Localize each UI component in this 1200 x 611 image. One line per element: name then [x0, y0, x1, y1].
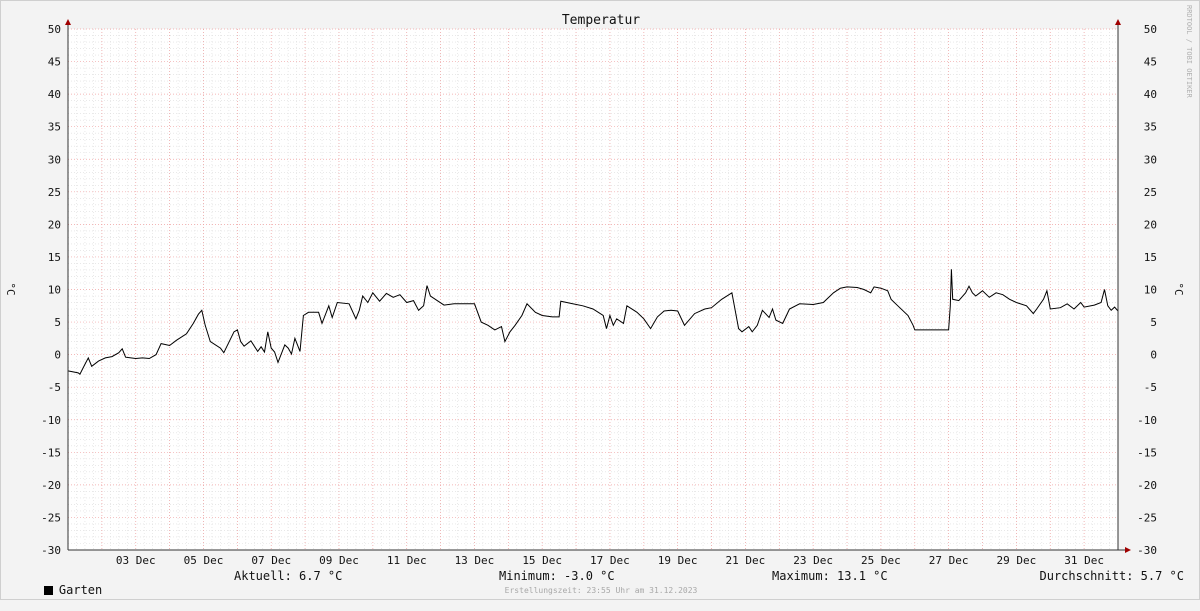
y-tick-label: -25 [41, 511, 61, 524]
y-tick-label: 15 [1144, 251, 1157, 264]
y-tick-label: 40 [48, 88, 61, 101]
x-tick-label: 09 Dec [319, 554, 359, 567]
y-tick-label: -15 [1137, 446, 1157, 459]
y-tick-label: 25 [48, 186, 61, 199]
y-tick-label: 50 [1144, 23, 1157, 36]
x-tick-label: 25 Dec [861, 554, 901, 567]
y-tick-label: 0 [1150, 349, 1157, 362]
y-tick-label: 40 [1144, 88, 1157, 101]
x-tick-label: 07 Dec [251, 554, 291, 567]
x-axis-arrow [1125, 547, 1131, 553]
x-tick-label: 05 Dec [184, 554, 224, 567]
y-axis-arrow-left [65, 19, 71, 25]
y-tick-label: 20 [48, 218, 61, 231]
chart-title: Temperatur [562, 13, 640, 28]
y-tick-label: 20 [1144, 218, 1157, 231]
y-tick-label: 35 [48, 121, 61, 134]
y-tick-label: -20 [41, 479, 61, 492]
x-tick-label: 13 Dec [455, 554, 495, 567]
y-tick-label: 35 [1144, 121, 1157, 134]
x-tick-label: 27 Dec [929, 554, 969, 567]
y-tick-label: -25 [1137, 511, 1157, 524]
y-tick-label: -20 [1137, 479, 1157, 492]
y-tick-label: 50 [48, 23, 61, 36]
watermark: RRDTOOL / TOBI OETIKER [1185, 5, 1193, 98]
y-tick-label: 25 [1144, 186, 1157, 199]
y-axis-right: 50454035302520151050-5-10-15-20-25-30 [1137, 23, 1157, 557]
y-tick-label: 10 [48, 284, 61, 297]
x-axis: 03 Dec 05 Dec 07 Dec 09 Dec 11 Dec 13 Dec 15 D… [116, 554, 1104, 567]
temperature-chart: 50 45 40 35 30 25 20 15 10 5 0 -5 -10 -15 -20 -25 -30 50… [0, 0, 1200, 600]
x-tick-label: 15 Dec [522, 554, 562, 567]
y-tick-label: -15 [41, 446, 61, 459]
x-tick-label: 23 Dec [793, 554, 833, 567]
y-tick-label: 30 [48, 153, 61, 166]
maximum-value: Maximum: 13.1 °C [772, 569, 888, 583]
y-tick-label: -10 [41, 414, 61, 427]
x-tick-label: 31 Dec [1064, 554, 1104, 567]
x-tick-label: 29 Dec [997, 554, 1037, 567]
y-tick-label: 5 [54, 316, 61, 329]
y-tick-label: 45 [48, 56, 61, 69]
y-tick-label: -30 [41, 544, 61, 557]
y-axis-label-right: °C [1172, 282, 1185, 295]
y-axis-arrow-right [1115, 19, 1121, 25]
x-tick-label: 19 Dec [658, 554, 698, 567]
y-tick-label: 10 [1144, 284, 1157, 297]
y-tick-label: 30 [1144, 153, 1157, 166]
x-tick-label: 17 Dec [590, 554, 630, 567]
x-tick-label: 03 Dec [116, 554, 156, 567]
y-tick-label: -30 [1137, 544, 1157, 557]
average-value: Durchschnitt: 5.7 °C [1039, 569, 1185, 583]
y-tick-label: 0 [54, 349, 61, 362]
y-axis-left: 50454035302520151050-5-10-15-20-25-30 [41, 23, 61, 557]
y-tick-label: -10 [1137, 414, 1157, 427]
y-tick-label: 5 [1150, 316, 1157, 329]
y-axis-label-left: °C [4, 282, 17, 295]
y-tick-label: -5 [1144, 381, 1157, 394]
chart-canvas: 50454035302520151050-5-10-15-20-25-30 50… [4, 13, 1185, 567]
y-tick-label: -5 [48, 381, 61, 394]
x-tick-label: 11 Dec [387, 554, 427, 567]
current-value: Aktuell: 6.7 °C [234, 569, 343, 583]
minimum-value: Minimum: -3.0 °C [499, 569, 615, 583]
x-tick-label: 21 Dec [726, 554, 766, 567]
y-tick-label: 45 [1144, 56, 1157, 69]
creation-time: Erstellungszeit: 23:55 Uhr am 31.12.2023 [504, 586, 698, 595]
y-tick-label: 15 [48, 251, 61, 264]
